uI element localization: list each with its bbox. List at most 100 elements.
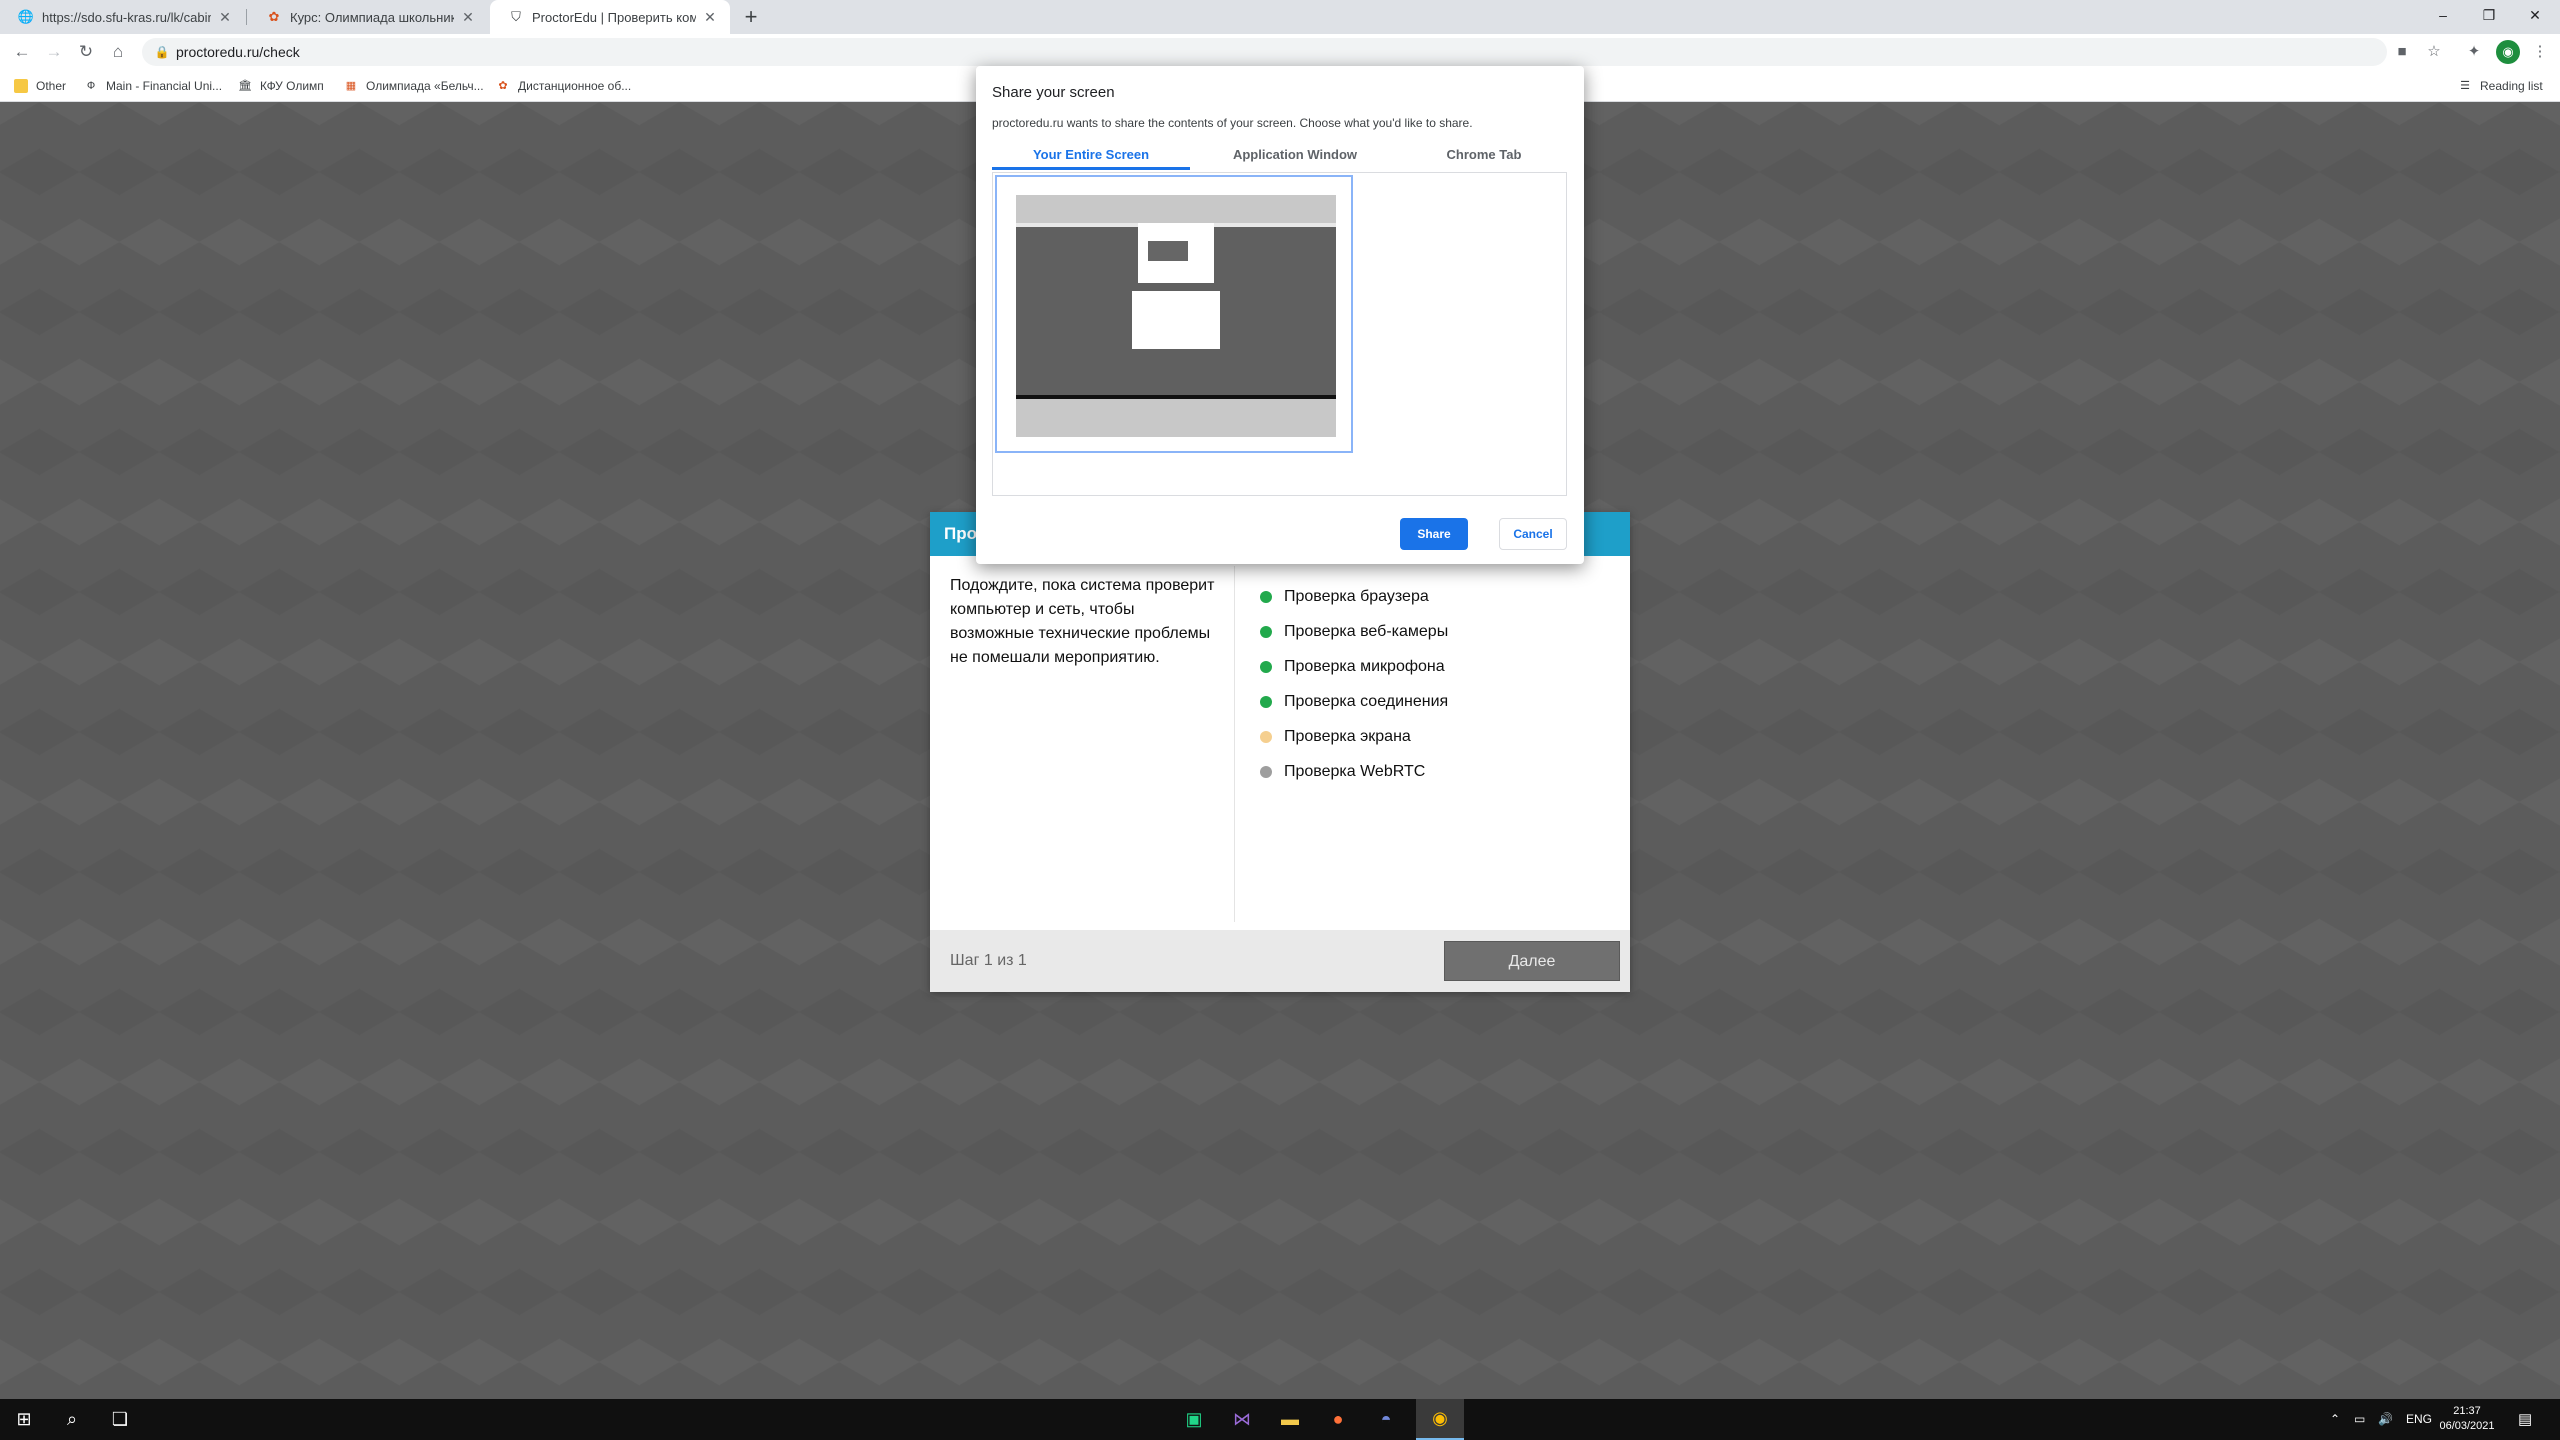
thumbnail-dialog <box>1138 223 1214 283</box>
check-list: Проверка браузера Проверка веб-камеры Пр… <box>1260 574 1448 794</box>
system-check-card: Про Подождите, пока система проверит ком… <box>930 512 1630 992</box>
status-dot <box>1260 730 1272 743</box>
bookmark-label: Other <box>36 79 67 93</box>
reading-list-icon: ☰ <box>2460 80 2470 92</box>
firefox-icon[interactable]: ● <box>1314 1399 1362 1440</box>
restore-button[interactable]: ❐ <box>2466 0 2512 34</box>
tray-chevron-icon[interactable]: ⌃ <box>2330 1399 2340 1440</box>
extensions-icon[interactable]: ✦ <box>2464 42 2484 62</box>
clock-time: 21:37 <box>2453 1405 2481 1417</box>
bookmark-star-icon[interactable]: ☆ <box>2424 42 2444 62</box>
close-tab-icon[interactable]: ✕ <box>702 9 718 26</box>
share-source-pane <box>992 172 1568 558</box>
tab-title: https://sdo.sfu-kras.ru/lk/cabinet <box>42 9 211 25</box>
tab-title: ProctorEdu | Проверить компь <box>532 9 696 25</box>
discord-icon[interactable]: ◓ <box>1362 1399 1410 1440</box>
source-list <box>992 172 1567 496</box>
clock[interactable]: 21:37 06/03/2021 <box>2432 1404 2502 1434</box>
tab-strip: 🌐 https://sdo.sfu-kras.ru/lk/cabinet ✕ ✿… <box>0 0 2560 34</box>
lock-icon[interactable]: 🔒 <box>148 45 176 59</box>
divider <box>1234 566 1235 922</box>
bookmark-label: КФУ Олимп <box>260 79 324 93</box>
thumbnail-taskbar <box>1016 395 1336 399</box>
check-item-webrtc: Проверка WebRTC <box>1260 749 1448 794</box>
shield-icon: ⛉ <box>511 9 521 24</box>
browser-toolbar: ← → ↻ ⌂ 🔒 proctoredu.ru/check ■ ☆ ✦ ◉ ⋮ <box>0 34 2560 70</box>
task-view-icon[interactable]: ❏ <box>96 1399 144 1440</box>
check-label: Проверка соединения <box>1284 692 1449 710</box>
cancel-button[interactable]: Cancel <box>1499 518 1567 550</box>
next-button[interactable]: Далее <box>1444 941 1620 981</box>
new-tab-button[interactable]: + <box>738 4 764 30</box>
share-screen-dialog: Share your screen proctoredu.ru wants to… <box>976 66 1584 564</box>
thumbnail-card <box>1132 291 1220 349</box>
close-tab-icon[interactable]: ✕ <box>460 9 476 26</box>
dialog-subtitle: proctoredu.ru wants to share the content… <box>992 116 1473 130</box>
reload-icon[interactable]: ↻ <box>74 40 98 64</box>
check-label: Проверка веб-камеры <box>1284 622 1449 640</box>
check-label: Проверка микрофона <box>1284 657 1445 675</box>
volume-icon[interactable]: 🔊 <box>2378 1399 2393 1440</box>
chrome-icon[interactable]: ◉ <box>1416 1399 1464 1440</box>
home-icon[interactable]: ⌂ <box>106 40 130 64</box>
close-tab-icon[interactable]: ✕ <box>217 9 233 26</box>
more-menu-icon[interactable]: ⋮ <box>2530 42 2550 62</box>
kfu-icon: 🏛 <box>238 80 252 92</box>
distance-icon: ✿ <box>498 80 508 92</box>
pycharm-icon[interactable]: ▣ <box>1170 1399 1218 1440</box>
globe-icon: 🌐 <box>17 9 35 24</box>
tab-title: Курс: Олимпиада школьников <box>290 9 454 25</box>
check-label: Проверка браузера <box>1284 587 1429 605</box>
close-window-button[interactable]: ✕ <box>2512 0 2558 34</box>
check-label: Проверка WebRTC <box>1284 762 1426 780</box>
screen-thumbnail <box>1016 195 1336 437</box>
address-bar[interactable]: 🔒 proctoredu.ru/check <box>142 38 2387 66</box>
reading-list-label: Reading list <box>2480 79 2543 93</box>
dialog-title: Share your screen <box>992 84 1115 101</box>
notifications-icon[interactable]: ▤ <box>2518 1399 2532 1440</box>
clock-date: 06/03/2021 <box>2439 1420 2495 1432</box>
bookmark-label: Олимпиада «Бельч... <box>366 79 484 93</box>
status-dot <box>1260 660 1272 673</box>
forward-arrow-icon[interactable]: → <box>42 40 66 64</box>
profile-avatar[interactable]: ◉ <box>2496 40 2520 64</box>
tab-entire-screen[interactable]: Your Entire Screen <box>992 142 1190 170</box>
check-label: Проверка экрана <box>1284 727 1411 745</box>
status-dot <box>1260 765 1272 778</box>
bookmark-distance[interactable]: ✿ Дистанционное об... <box>496 70 631 102</box>
bookmark-belch[interactable]: ▦ Олимпиада «Бельч... <box>344 70 484 102</box>
bookmark-financial-uni[interactable]: Ф Main - Financial Uni... <box>84 70 222 102</box>
reading-list[interactable]: ☰ Reading list <box>2458 70 2543 102</box>
share-source-tabs: Your Entire Screen Application Window Ch… <box>992 142 1568 170</box>
search-icon[interactable]: ⌕ <box>48 1399 96 1440</box>
start-icon[interactable]: ⊞ <box>0 1399 48 1440</box>
bookmark-kfu[interactable]: 🏛 КФУ Олимп <box>238 70 324 102</box>
windows-taskbar: ⊞ ⌕ ❏ ▣ ⋈ ▬ ● ◓ ◉ ⌃ ▭ 🔊 ENG 21:37 06/03/… <box>0 1399 2560 1440</box>
olymp-icon: ✿ <box>268 9 280 24</box>
visual-studio-icon[interactable]: ⋈ <box>1218 1399 1266 1440</box>
browser-tab-course[interactable]: ✿ Курс: Олимпиада школьников ✕ <box>248 0 488 34</box>
browser-tab-sdo[interactable]: 🌐 https://sdo.sfu-kras.ru/lk/cabinet ✕ <box>0 0 245 34</box>
language-indicator[interactable]: ENG <box>2406 1399 2432 1440</box>
camera-indicator-icon[interactable]: ■ <box>2392 42 2412 62</box>
step-indicator: Шаг 1 из 1 <box>950 952 1027 969</box>
back-arrow-icon[interactable]: ← <box>10 40 34 64</box>
browser-tab-proctoredu[interactable]: ⛉ ProctorEdu | Проверить компь ✕ <box>490 0 730 34</box>
bookmark-label: Дистанционное об... <box>518 79 632 93</box>
card-description: Подождите, пока система проверит компьют… <box>950 577 1215 666</box>
url-text[interactable]: proctoredu.ru/check <box>176 44 300 60</box>
minimize-button[interactable]: – <box>2420 0 2466 34</box>
status-dot <box>1260 695 1272 708</box>
tab-separator <box>246 9 247 25</box>
card-footer: Шаг 1 из 1 Далее <box>930 930 1630 992</box>
belch-icon: ▦ <box>345 80 357 92</box>
tab-application-window[interactable]: Application Window <box>1190 142 1400 170</box>
bookmark-other[interactable]: Other <box>14 70 66 102</box>
network-icon[interactable]: ▭ <box>2354 1399 2365 1440</box>
tab-chrome-tab[interactable]: Chrome Tab <box>1400 142 1568 170</box>
file-explorer-icon[interactable]: ▬ <box>1266 1399 1314 1440</box>
share-button[interactable]: Share <box>1400 518 1468 550</box>
screen-option[interactable] <box>995 175 1353 453</box>
status-dot <box>1260 625 1272 638</box>
status-dot <box>1260 590 1272 603</box>
